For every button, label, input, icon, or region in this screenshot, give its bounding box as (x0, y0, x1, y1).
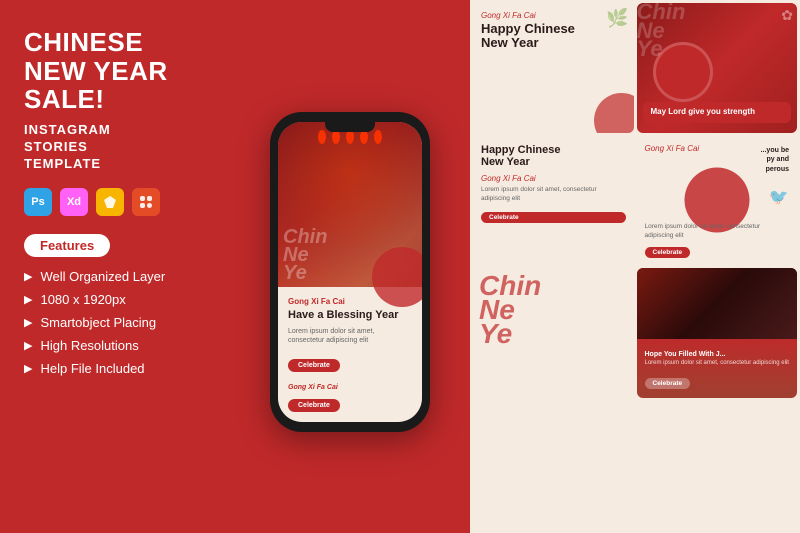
bird-icon: 🐦 (767, 186, 790, 209)
bullet-icon: ▶ (24, 270, 32, 283)
card1-title: Happy Chinese New Year (481, 22, 626, 51)
story-card-4: Gong Xi Fa Cai Lorem ipsum dolor sit ame… (637, 136, 798, 266)
card6-celebrate-btn[interactable]: Celebrate (645, 378, 691, 389)
phone-bottom-gong-label: Gong Xi Fa Cai (288, 384, 412, 391)
right-panel: Gong Xi Fa Cai Happy Chinese New Year 🌿 … (470, 0, 800, 533)
card6-content: Hope You Filled With J... Lorem ipsum do… (645, 351, 790, 390)
story-card-6: Hope You Filled With J... Lorem ipsum do… (637, 268, 798, 398)
story-card-5: ChinNeYe (473, 268, 634, 398)
figma-icon (132, 188, 160, 216)
story-card-2: ChinNeYe ✿ May Lord give you strength (637, 3, 798, 133)
center-panel: ChinNeYe Gong Xi Fa Cai Have a Blessing … (230, 0, 470, 533)
card1-circle (594, 93, 634, 133)
card2-blessing-text: May Lord give you strength (651, 107, 784, 117)
phone-celebrate-button[interactable]: Celebrate (288, 359, 340, 372)
feature-item-5: ▶ Help File Included (24, 361, 206, 376)
card3-celebrate-btn[interactable]: Celebrate (481, 212, 626, 223)
card5-calligraphy: ChinNeYe (479, 274, 628, 345)
left-panel: CHINESE NEW YEAR SALE! INSTAGRAM STORIES… (0, 0, 230, 533)
phone-notch (325, 122, 375, 132)
card4-celebrate-btn[interactable]: Celebrate (645, 247, 691, 258)
card1-gong: Gong Xi Fa Cai (481, 11, 626, 20)
photoshop-icon: Ps (24, 188, 52, 216)
app-icons: Ps Xd (24, 188, 206, 216)
lanterns (278, 130, 422, 144)
xd-icon: Xd (60, 188, 88, 216)
phone-screen: ChinNeYe Gong Xi Fa Cai Have a Blessing … (278, 122, 422, 422)
bullet-icon: ▶ (24, 339, 32, 352)
card4-btn-wrap: Celebrate (645, 241, 691, 259)
story-card-3: Happy Chinese New Year Gong Xi Fa Cai Lo… (473, 136, 634, 266)
card6-title: Hope You Filled With J... (645, 351, 790, 358)
card6-text: Lorem ipsum dolor sit amet, consectetur … (645, 360, 790, 368)
phone-mockup: ChinNeYe Gong Xi Fa Cai Have a Blessing … (270, 112, 430, 432)
main-title: CHINESE NEW YEAR SALE! (24, 28, 206, 114)
card4-text: Lorem ipsum dolor sit amet, consectetur … (645, 222, 790, 240)
feature-list: ▶ Well Organized Layer ▶ 1080 x 1920px ▶… (24, 269, 206, 376)
phone-bottom-gong: Gong Xi Fa Cai Celebrate (278, 380, 422, 416)
story-card-1: Gong Xi Fa Cai Happy Chinese New Year 🌿 (473, 3, 634, 133)
card6-image-area (637, 268, 798, 339)
phone-card-title: Have a Blessing Year (288, 309, 412, 322)
card3-title: Happy Chinese New Year (481, 144, 626, 168)
feature-item-2: ▶ 1080 x 1920px (24, 292, 206, 307)
feature-item-4: ▶ High Resolutions (24, 338, 206, 353)
card3-gong: Gong Xi Fa Cai (481, 174, 626, 183)
card2-blessing-box: May Lord give you strength (643, 102, 792, 122)
red-circle-decoration (372, 247, 422, 307)
card2-branch: ✿ (781, 7, 793, 24)
watermark: ChinNeYe (283, 228, 327, 282)
phone-image-area: ChinNeYe (278, 122, 422, 287)
bullet-icon: ▶ (24, 293, 32, 306)
bullet-icon: ▶ (24, 316, 32, 329)
bullet-icon: ▶ (24, 362, 32, 375)
card4-extra: ...you bepy andperous (761, 146, 789, 175)
card3-text: Lorem ipsum dolor sit amet, consectetur … (481, 185, 626, 203)
feature-item-1: ▶ Well Organized Layer (24, 269, 206, 284)
phone-card-text: Lorem ipsum dolor sit amet, consectetur … (288, 327, 412, 347)
feature-item-3: ▶ Smartobject Placing (24, 315, 206, 330)
sketch-icon (96, 188, 124, 216)
subtitle: INSTAGRAM STORIES TEMPLATE (24, 122, 206, 173)
features-label: Features (24, 234, 110, 257)
phone-second-btn: Celebrate (288, 394, 412, 412)
features-box: Features ▶ Well Organized Layer ▶ 1080 x… (24, 234, 206, 376)
card2-watermark: ChinNeYe (637, 3, 686, 59)
branch-decoration: 🌿 (606, 8, 628, 29)
